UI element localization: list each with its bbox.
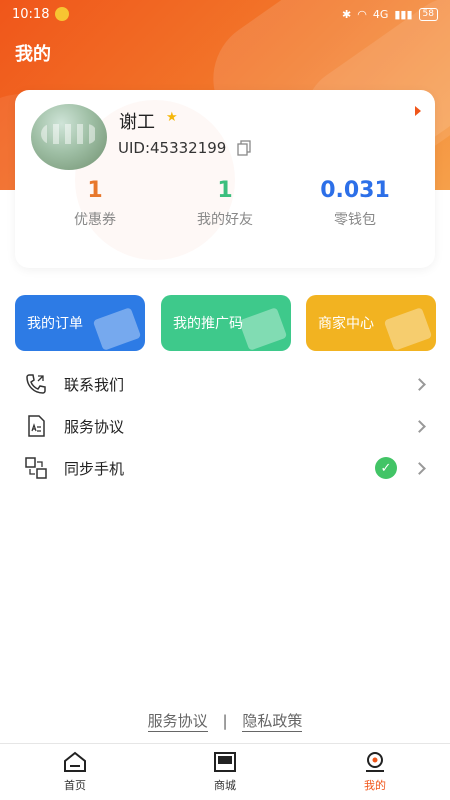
stat-value: 1 xyxy=(217,178,233,203)
store-icon xyxy=(214,752,236,772)
stat-value: 0.031 xyxy=(320,178,390,203)
stat-label: 优惠券 xyxy=(74,212,116,228)
service-agreement-link[interactable]: 服务协议 xyxy=(147,712,208,732)
chevron-right-icon xyxy=(413,377,426,391)
merchant-center-button[interactable]: 商家中心 xyxy=(306,295,436,351)
stat-friends[interactable]: 1 我的好友 xyxy=(155,178,295,229)
order-icon xyxy=(92,307,142,351)
tile-label: 商家中心 xyxy=(318,316,374,332)
profile-card[interactable]: 谢工 ★ UID:45332199 1 优惠券 1 我的好友 0.031 零钱包 xyxy=(15,90,435,268)
status-bar: 10:18 ✱ ◠ 4G ▮▮▮ 58 xyxy=(0,0,450,28)
footer-links: 服务协议 | 隐私政策 xyxy=(0,710,450,732)
sync-icon xyxy=(25,457,47,479)
nav-profile[interactable]: 我的 xyxy=(300,744,450,800)
star-icon: ★ xyxy=(166,110,178,125)
check-icon: ✓ xyxy=(375,457,397,479)
nav-label: 我的 xyxy=(364,779,386,792)
notification-icon xyxy=(55,7,70,21)
stat-wallet[interactable]: 0.031 零钱包 xyxy=(285,178,425,229)
stat-coupons[interactable]: 1 优惠券 xyxy=(25,178,165,229)
profile-icon xyxy=(366,752,384,772)
battery-icon: 58 xyxy=(418,7,438,21)
nav-label: 商城 xyxy=(214,779,236,792)
nav-store[interactable]: 商城 xyxy=(150,744,300,800)
chevron-right-icon xyxy=(413,461,426,475)
stat-label: 我的好友 xyxy=(197,212,253,228)
wifi-icon: ◠ xyxy=(357,7,367,21)
tile-label: 我的推广码 xyxy=(173,316,243,332)
stat-value: 1 xyxy=(87,178,103,203)
chevron-right-icon xyxy=(413,419,426,433)
signal-icon: ▮▮▮ xyxy=(394,7,413,21)
nav-label: 首页 xyxy=(64,779,86,792)
menu-item-contact[interactable]: 联系我们 xyxy=(24,367,430,401)
phone-icon xyxy=(26,374,46,394)
menu-item-sync-phone[interactable]: 同步手机 ✓ xyxy=(24,451,430,485)
page-title: 我的 xyxy=(15,44,51,65)
avatar[interactable] xyxy=(31,104,107,170)
chevron-right-icon[interactable] xyxy=(415,106,421,116)
tile-label: 我的订单 xyxy=(27,316,83,332)
status-time: 10:18 xyxy=(12,6,50,22)
promo-code-button[interactable]: 我的推广码 xyxy=(161,295,291,351)
card-icon xyxy=(383,307,433,351)
user-uid: UID:45332199 xyxy=(118,139,227,157)
document-icon xyxy=(28,415,45,437)
stat-label: 零钱包 xyxy=(334,212,376,228)
menu-label: 同步手机 xyxy=(64,459,125,478)
signal-label: 4G xyxy=(372,7,389,21)
bottom-nav: 首页 商城 我的 xyxy=(0,743,450,800)
nav-home[interactable]: 首页 xyxy=(0,744,150,800)
bluetooth-icon: ✱ xyxy=(342,7,352,21)
username: 谢工 xyxy=(119,112,155,133)
menu-label: 服务协议 xyxy=(64,417,125,436)
home-icon xyxy=(64,751,86,772)
menu-item-service-agreement[interactable]: 服务协议 xyxy=(24,409,430,443)
privacy-policy-link[interactable]: 隐私政策 xyxy=(242,712,303,732)
footer-separator: | xyxy=(222,712,228,730)
copy-icon[interactable] xyxy=(237,140,251,156)
menu-label: 联系我们 xyxy=(64,375,125,394)
my-orders-button[interactable]: 我的订单 xyxy=(15,295,145,351)
qr-code-icon xyxy=(238,307,288,351)
